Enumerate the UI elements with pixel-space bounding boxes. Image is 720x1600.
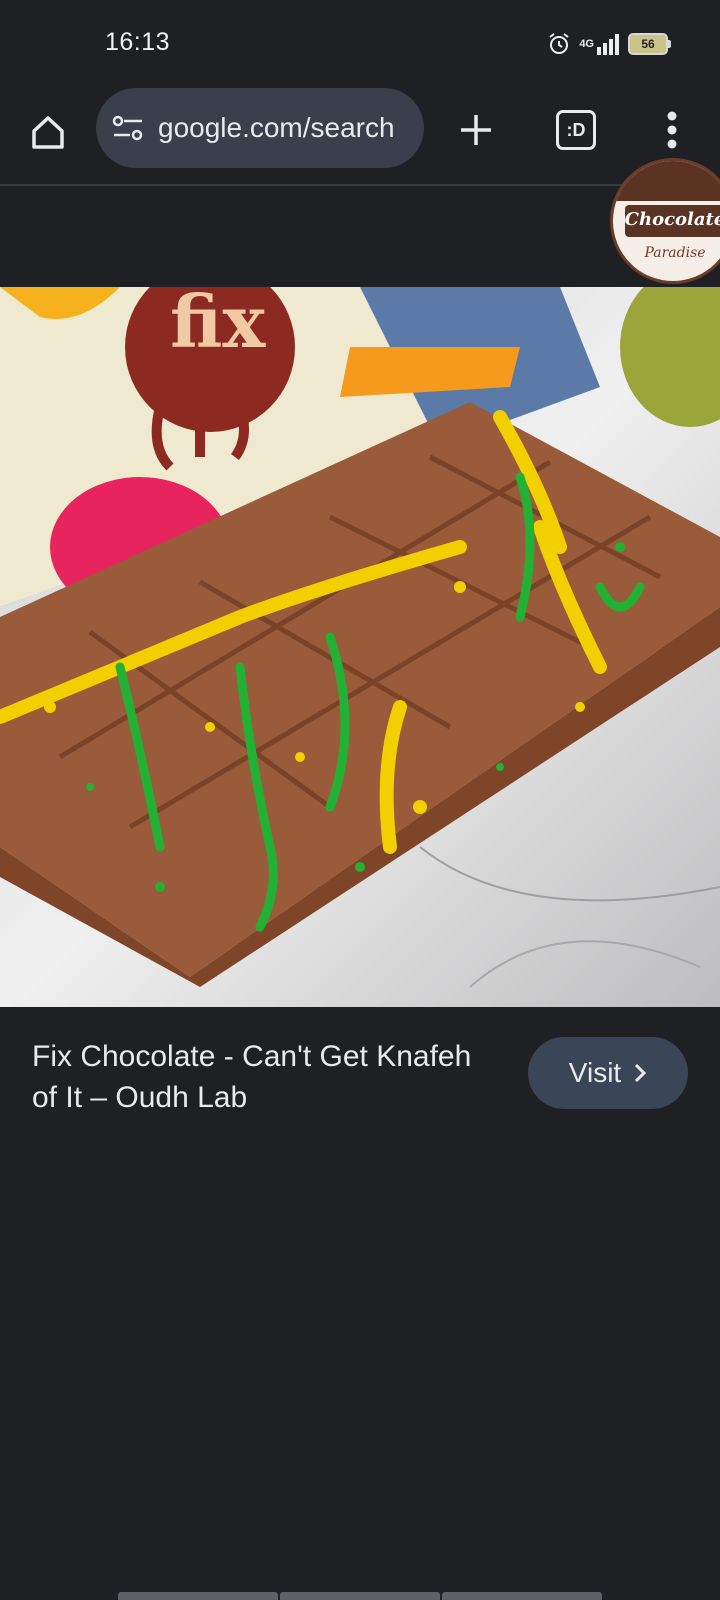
gesture-nav-bar[interactable] [118, 1592, 602, 1600]
status-icons: 4G 56 [547, 30, 671, 58]
logo-word: Chocolate [624, 209, 720, 230]
status-time: 16:13 [105, 28, 171, 56]
browser-toolbar: google.com/search :D [0, 86, 720, 182]
visit-label: Visit [568, 1057, 622, 1088]
home-button[interactable] [24, 108, 72, 156]
url-text[interactable]: google.com/search [158, 112, 408, 144]
tab-switcher-icon[interactable]: :D [556, 110, 596, 150]
home-icon [32, 116, 64, 149]
network-type: 4G [579, 38, 594, 50]
new-tab-button[interactable] [452, 106, 500, 154]
nav-segment [118, 1592, 278, 1600]
logo-drip [613, 161, 720, 201]
more-vert-icon[interactable] [652, 106, 692, 154]
chocolate-bar-illustration: fix [0, 287, 720, 1007]
battery-icon: 56 [628, 33, 671, 55]
result-title[interactable]: Fix Chocolate - Can't Get Knafeh of It –… [32, 1036, 472, 1118]
visit-button[interactable]: Visit [528, 1037, 688, 1109]
logo-sub: Paradise [644, 245, 706, 261]
status-bar: 16:13 4G 56 [0, 0, 720, 86]
plus-icon [461, 115, 491, 145]
result-image[interactable]: fix [0, 287, 720, 1007]
chevron-right-icon [635, 1063, 647, 1083]
alarm-icon [547, 32, 571, 56]
nav-segment [280, 1592, 440, 1600]
address-bar[interactable]: google.com/search [96, 88, 424, 168]
signal-icon [596, 33, 620, 55]
nav-segment [442, 1592, 602, 1600]
site-info-icon[interactable] [112, 112, 144, 144]
package-brand: fix [170, 287, 266, 364]
